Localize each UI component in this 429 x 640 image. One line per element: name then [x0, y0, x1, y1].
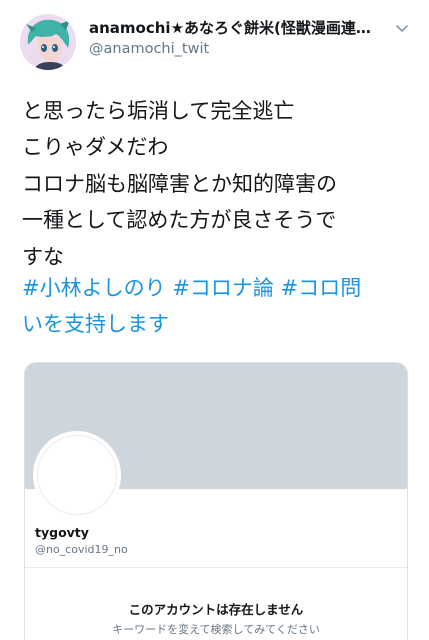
hashtag-line: #小林よしのり #コロナ論 #コロ問 [22, 270, 417, 306]
empty-avatar-placeholder [37, 435, 117, 515]
hashtag-line: いを支持します [22, 306, 417, 342]
anime-character-avatar-icon [20, 14, 76, 70]
author-handle[interactable]: @anamochi_twit [89, 41, 209, 57]
divider [25, 567, 407, 568]
embedded-profile-card[interactable]: tygovty @no_covid19_no このアカウントは存在しません キー… [24, 362, 408, 640]
tweet-text: と思ったら垢消して完全逃亡 こりゃダメだわ コロナ脳も脳障害とか知的障害の 一種… [22, 93, 417, 275]
search-suggestion-text: キーワードを変えて検索してみてください [112, 623, 320, 636]
chevron-down-icon[interactable] [394, 20, 410, 36]
account-missing-message: このアカウントは存在しません [128, 602, 304, 617]
author-display-name[interactable]: anamochi★あなろぐ餅米(怪獣漫画連… [89, 17, 379, 38]
tweet-text-line: 一種として認めた方が良さそうで [22, 208, 337, 233]
hashtag-link-corona-ron[interactable]: #コロナ論 [172, 276, 274, 300]
tweet-hashtags: #小林よしのり #コロナ論 #コロ問 いを支持します [22, 270, 417, 343]
profile-avatar [33, 431, 121, 519]
hashtag-link-corona-toi[interactable]: #コロ問 [281, 276, 362, 300]
tweet-text-line: コロナ脳も脳障害とか知的障害の [22, 171, 337, 196]
profile-name: tygovty [35, 525, 89, 540]
hashtag-link-kobayashi[interactable]: #小林よしのり [22, 276, 166, 300]
tweet: anamochi★あなろぐ餅米(怪獣漫画連… @anamochi_twit と思… [0, 0, 429, 640]
tweet-text-line: こりゃダメだわ [22, 135, 169, 160]
profile-handle: @no_covid19_no [35, 543, 128, 556]
author-avatar[interactable] [20, 14, 76, 70]
tweet-text-line: と思ったら垢消して完全逃亡 [22, 99, 295, 123]
hashtag-link-continuation[interactable]: いを支持します [22, 312, 169, 336]
